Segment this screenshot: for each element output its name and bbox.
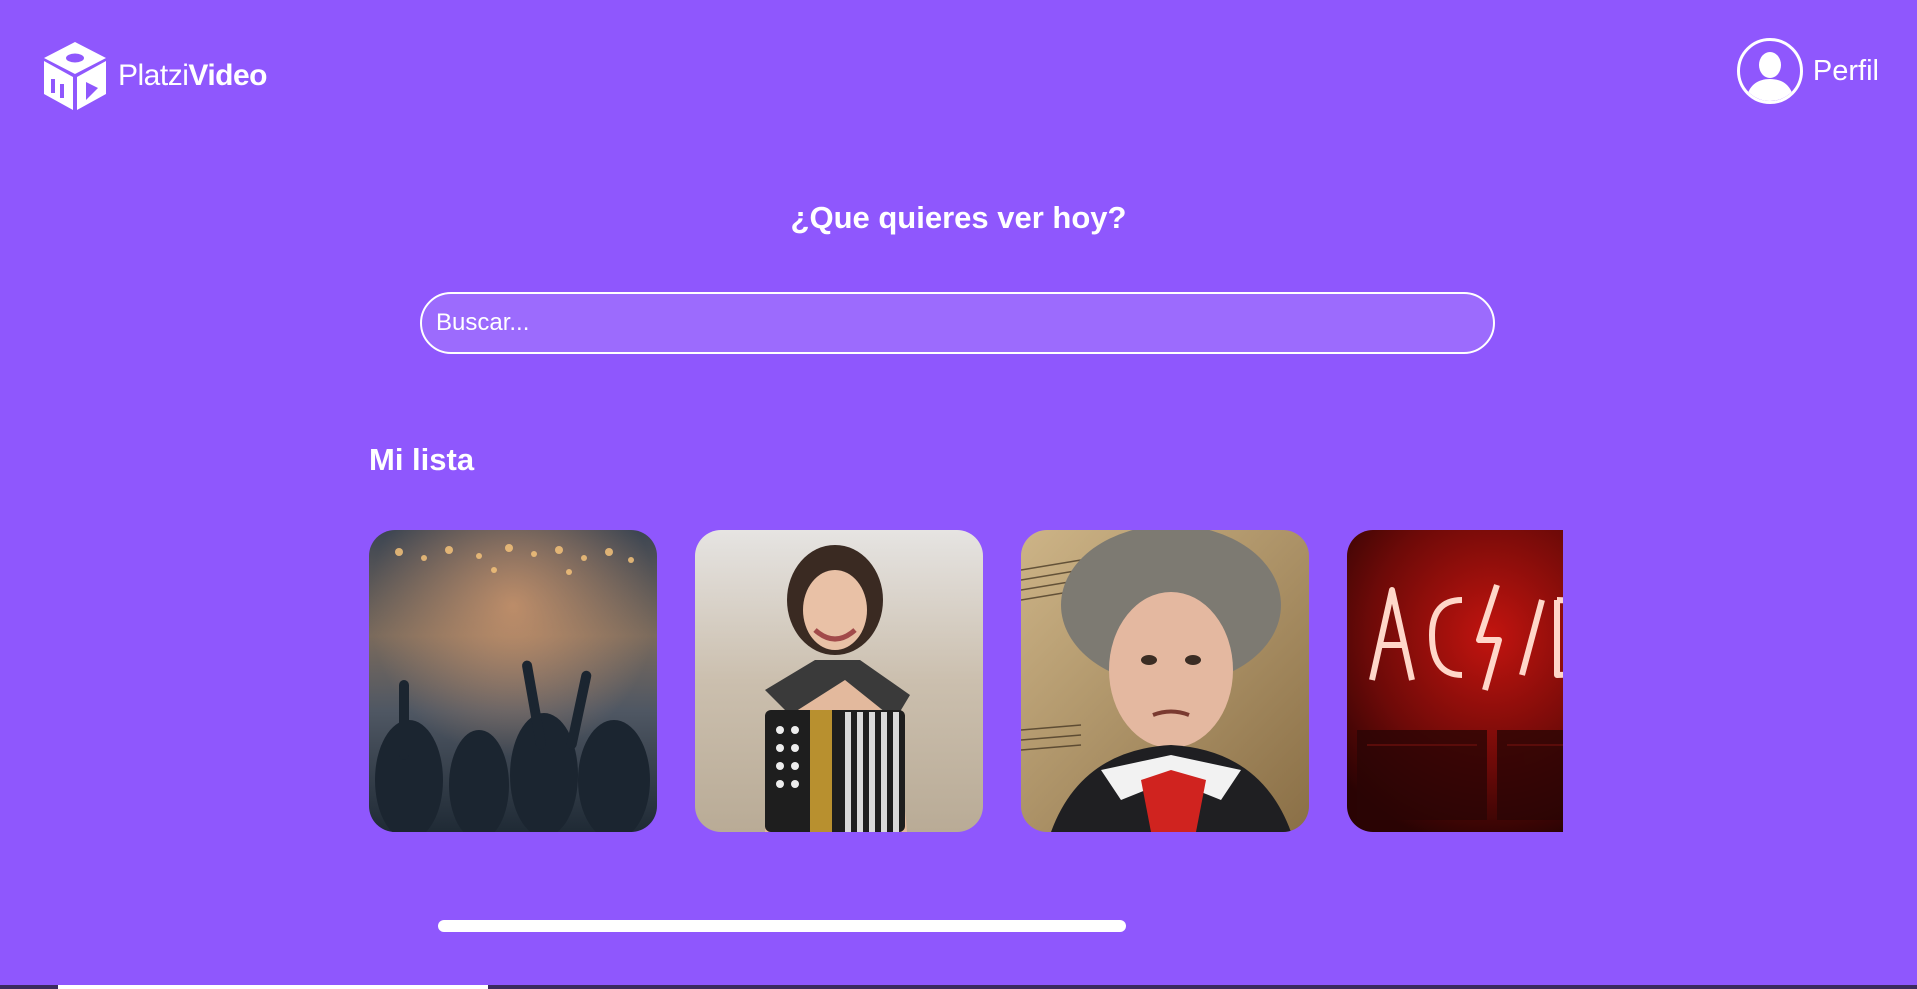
bottom-edge-highlight [58, 985, 488, 989]
concert-crowd-image [369, 530, 657, 832]
carousel-track [369, 530, 1563, 832]
section-title-mi-lista: Mi lista [369, 442, 475, 477]
accordion-player-image [695, 530, 983, 832]
logo[interactable]: PlatziVideo [40, 40, 267, 112]
logo-text: PlatziVideo [118, 59, 267, 93]
carousel-item[interactable] [1021, 530, 1309, 832]
header: PlatziVideo Perfil [0, 0, 1917, 150]
carousel-item[interactable] [1347, 530, 1563, 832]
carousel-item[interactable] [369, 530, 657, 832]
logo-text-light: Platzi [118, 59, 189, 92]
acdc-neon-image [1347, 530, 1563, 832]
carousel-item[interactable] [695, 530, 983, 832]
logo-text-bold: Video [188, 59, 267, 92]
profile-label: Perfil [1812, 54, 1879, 87]
beethoven-portrait-image [1021, 530, 1309, 832]
carousel-scrollbar[interactable] [438, 920, 1126, 932]
carousel[interactable] [369, 530, 1563, 834]
search-input[interactable] [420, 292, 1495, 354]
page-title: ¿Que quieres ver hoy? [790, 200, 1127, 235]
profile-button[interactable]: Perfil [1736, 38, 1879, 104]
bottom-edge [0, 985, 1917, 989]
cube-logo-icon [44, 42, 106, 110]
user-avatar-icon [1736, 38, 1803, 104]
